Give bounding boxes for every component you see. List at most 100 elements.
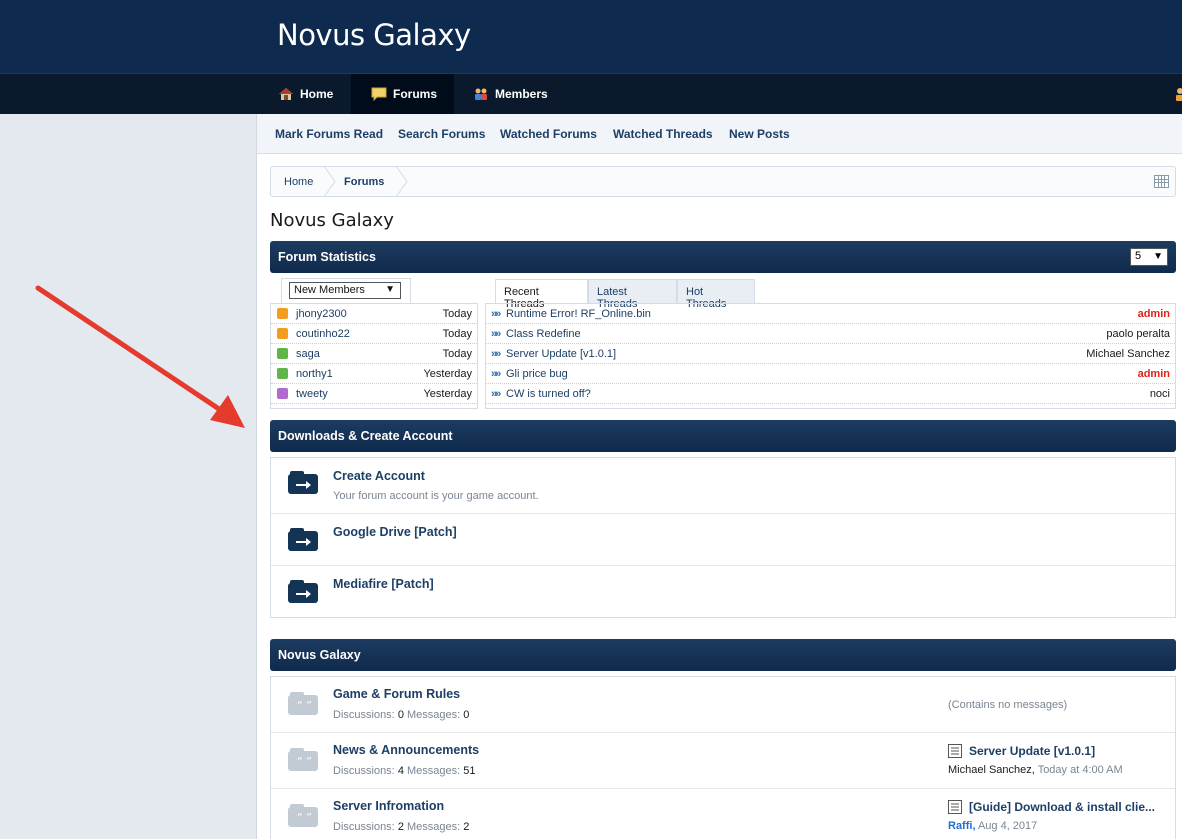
breadcrumb-forums[interactable]: Forums <box>344 176 384 188</box>
jump-menu-icon[interactable] <box>1154 175 1169 188</box>
double-chevron-icon: »» <box>491 388 501 400</box>
dropdown-arrow-icon: ▼ <box>385 284 395 295</box>
stats-header: Forum Statistics 5 ▼ <box>270 241 1176 273</box>
tab-forums[interactable]: Forums <box>351 74 454 114</box>
member-name[interactable]: coutinho22 <box>296 328 350 340</box>
node-title[interactable]: Server Infromation <box>333 799 444 813</box>
thread-title[interactable]: Gli price bug <box>506 368 568 380</box>
double-chevron-icon: »» <box>491 308 501 320</box>
forum-read-icon: “ ” <box>287 692 319 716</box>
forum-node-list: “ ” Game & Forum Rules Discussions: 0 Me… <box>270 676 1176 839</box>
link-forum-node[interactable]: Mediafire [Patch] <box>271 566 1175 618</box>
subnav-watched-threads[interactable]: Watched Threads <box>613 127 713 141</box>
breadcrumb-separator-icon <box>323 166 336 197</box>
link-forum-node[interactable]: Create Account Your forum account is you… <box>271 458 1175 514</box>
home-icon <box>278 87 294 101</box>
last-post-meta: Raffi, Aug 4, 2017 <box>948 820 1037 832</box>
member-join-date: Today <box>442 328 472 340</box>
link-forum-icon <box>287 528 319 552</box>
double-chevron-icon: »» <box>491 328 501 340</box>
double-chevron-icon: »» <box>491 348 501 360</box>
member-name[interactable]: saga <box>296 348 320 360</box>
thread-title[interactable]: Server Update [v1.0.1] <box>506 348 616 360</box>
node-title[interactable]: Game & Forum Rules <box>333 687 460 701</box>
tab-hot-threads[interactable]: Hot Threads <box>677 279 755 310</box>
last-post-title[interactable]: [Guide] Download & install clie... <box>969 800 1155 814</box>
member-join-date: Yesterday <box>423 388 472 400</box>
node-stats: Discussions: 2 Messages: 2 <box>333 821 470 833</box>
last-post-user[interactable]: Raffi, <box>948 820 976 832</box>
subnav-search-forums[interactable]: Search Forums <box>398 127 485 141</box>
members-icon <box>473 87 489 101</box>
discussions-count: 0 <box>397 709 404 721</box>
last-post-title[interactable]: Server Update [v1.0.1] <box>969 744 1095 758</box>
thread-title[interactable]: CW is turned off? <box>506 388 591 400</box>
thread-author[interactable]: Michael Sanchez <box>1086 348 1170 360</box>
member-rank-icon <box>277 328 288 339</box>
breadcrumb: Home Forums <box>270 166 1176 197</box>
subnav-mark-forums-read[interactable]: Mark Forums Read <box>275 127 383 141</box>
last-post-date: Today at 4:00 AM <box>1037 764 1123 776</box>
forum-read-icon: “ ” <box>287 748 319 772</box>
node-title[interactable]: News & Announcements <box>333 743 479 757</box>
breadcrumb-home[interactable]: Home <box>284 176 313 188</box>
node-title[interactable]: Mediafire [Patch] <box>333 577 434 591</box>
tab-home[interactable]: Home <box>270 74 350 114</box>
member-join-date: Yesterday <box>423 368 472 380</box>
thread-doc-icon <box>948 744 962 758</box>
subnav-watched-forums[interactable]: Watched Forums <box>500 127 597 141</box>
member-name[interactable]: jhony2300 <box>296 308 347 320</box>
node-stats: Discussions: 0 Messages: 0 <box>333 709 470 721</box>
last-post-user[interactable]: Michael Sanchez, <box>948 764 1035 776</box>
thread-title[interactable]: Class Redefine <box>506 328 581 340</box>
thread-row: »» Class Redefine paolo peralta <box>486 324 1175 344</box>
member-rank-icon <box>277 348 288 359</box>
member-name[interactable]: northy1 <box>296 368 333 380</box>
thread-row: »» Runtime Error! RF_Online.bin admin <box>486 304 1175 324</box>
site-logo[interactable]: Novus Galaxy <box>277 18 471 52</box>
link-forum-node[interactable]: Google Drive [Patch] <box>271 514 1175 566</box>
double-chevron-icon: »» <box>491 368 501 380</box>
member-row: jhony2300 Today <box>271 304 477 324</box>
tab-home-label: Home <box>300 87 334 101</box>
downloads-header: Downloads & Create Account <box>270 420 1176 452</box>
svg-text:“ ”: “ ” <box>297 811 312 824</box>
tab-members[interactable]: Members <box>465 74 565 114</box>
user-menu-icon[interactable] <box>1172 86 1182 102</box>
tab-recent-threads[interactable]: Recent Threads <box>495 279 588 310</box>
breadcrumb-separator-icon <box>395 166 408 197</box>
thread-row: »» Gli price bug admin <box>486 364 1175 384</box>
members-type-select[interactable]: New Members ▼ <box>289 282 401 299</box>
main-navbar: Home Forums Members <box>0 73 1182 114</box>
tab-members-label: Members <box>495 87 548 101</box>
forum-node[interactable]: “ ” Game & Forum Rules Discussions: 0 Me… <box>271 677 1175 733</box>
thread-title[interactable]: Runtime Error! RF_Online.bin <box>506 308 651 320</box>
forum-node[interactable]: “ ” Server Infromation Discussions: 2 Me… <box>271 789 1175 839</box>
subnav-new-posts[interactable]: New Posts <box>729 127 790 141</box>
thread-author[interactable]: admin <box>1138 308 1170 320</box>
thread-row: »» Server Update [v1.0.1] Michael Sanchez <box>486 344 1175 364</box>
link-forum-icon <box>287 580 319 604</box>
thread-author[interactable]: paolo peralta <box>1106 328 1170 340</box>
site-header: Novus Galaxy <box>0 0 1182 73</box>
member-rank-icon <box>277 308 288 319</box>
new-members-list: jhony2300 Today coutinho22 Today saga Today no… <box>270 303 478 409</box>
forum-read-icon: “ ” <box>287 804 319 828</box>
main-content: Mark Forums Read Search Forums Watched F… <box>256 114 1182 839</box>
member-rank-icon <box>277 368 288 379</box>
thread-author[interactable]: noci <box>1150 388 1170 400</box>
member-row: tweety Yesterday <box>271 384 477 404</box>
thread-row: »» CW is turned off? noci <box>486 384 1175 404</box>
stats-header-title: Forum Statistics <box>278 250 376 264</box>
chat-bubble-icon <box>371 87 387 102</box>
discussions-count: 2 <box>397 821 404 833</box>
tab-latest-threads[interactable]: Latest Threads <box>588 279 677 310</box>
last-post-empty: (Contains no messages) <box>948 699 1068 711</box>
node-title[interactable]: Google Drive [Patch] <box>333 525 457 539</box>
member-name[interactable]: tweety <box>296 388 328 400</box>
node-description: Your forum account is your game account. <box>333 490 539 502</box>
node-title[interactable]: Create Account <box>333 469 425 483</box>
thread-author[interactable]: admin <box>1138 368 1170 380</box>
stats-limit-select[interactable]: 5 ▼ <box>1130 248 1168 266</box>
forum-node[interactable]: “ ” News & Announcements Discussions: 4 … <box>271 733 1175 789</box>
